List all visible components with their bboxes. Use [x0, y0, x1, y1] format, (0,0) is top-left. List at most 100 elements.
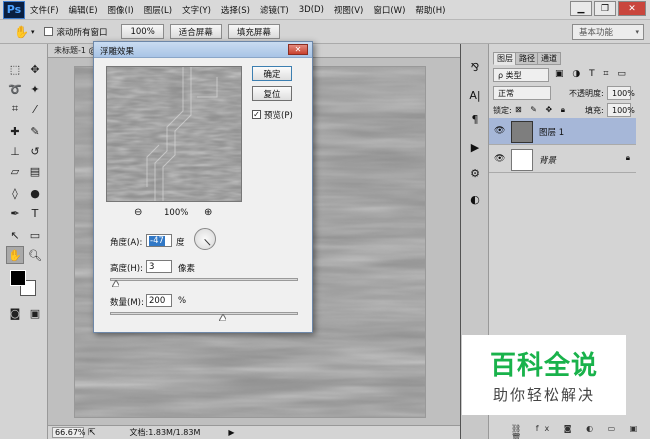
amount-slider[interactable]: [110, 312, 298, 315]
menu-file[interactable]: 文件(F): [25, 4, 64, 16]
menu-bar: Ps 文件(F) 编辑(E) 图像(I) 图层(L) 文字(Y) 选择(S) 滤…: [0, 0, 650, 20]
amount-unit: %: [178, 296, 187, 306]
ps-logo[interactable]: Ps: [3, 0, 25, 19]
healing-brush-tool-icon[interactable]: ✚: [6, 122, 24, 140]
eye-icon[interactable]: 👁︎: [494, 154, 506, 164]
amount-label: 数量(M):: [110, 298, 144, 308]
menu-image[interactable]: 图像(I): [103, 4, 139, 16]
eye-icon[interactable]: 👁︎: [494, 126, 506, 136]
move-tool-icon[interactable]: ✥: [26, 60, 44, 78]
tab-layers[interactable]: 图层: [493, 52, 517, 65]
menu-edit[interactable]: 编辑(E): [64, 4, 103, 16]
lock-icon: 🔒︎: [625, 153, 630, 162]
lasso-tool-icon[interactable]: ➰: [6, 80, 24, 98]
adjustments-panel-icon[interactable]: ◐: [465, 190, 485, 208]
layer-name[interactable]: 图层 1: [539, 126, 564, 138]
menu-3d[interactable]: 3D(D): [294, 5, 329, 15]
marquee-tool-icon[interactable]: ⬚: [6, 60, 24, 78]
angle-input[interactable]: -47: [146, 234, 172, 247]
opacity-value: 100%: [612, 88, 635, 98]
workspace-select[interactable]: 基本功能 ▾: [572, 24, 644, 40]
scroll-all-checkbox[interactable]: [44, 27, 54, 36]
zoom-level[interactable]: 66.67%: [52, 427, 86, 438]
ok-button[interactable]: 确定: [252, 66, 292, 81]
menu-type[interactable]: 文字(Y): [177, 4, 216, 16]
height-slider-thumb[interactable]: [111, 280, 119, 287]
blend-mode-select[interactable]: 正常: [493, 86, 551, 100]
layer-row[interactable]: 👁︎ 图层 1: [489, 118, 636, 145]
properties-panel-icon[interactable]: ⚙: [465, 164, 485, 182]
layer-footer-icons[interactable]: ⛓ fx ◙ ◐ ▭ ▣ 🗑︎: [511, 424, 643, 439]
layer-name[interactable]: 背景: [539, 154, 556, 166]
fill-value: 100%: [612, 105, 635, 115]
character-panel-icon[interactable]: A|: [465, 86, 485, 104]
screen-mode-icon[interactable]: ▣: [26, 304, 44, 322]
hand-tool-active-icon[interactable]: ✋: [6, 246, 24, 264]
layer-thumbnail: [511, 149, 533, 171]
brush-tool-icon[interactable]: ✎: [26, 122, 44, 140]
eyedropper-tool-icon[interactable]: ⁄: [26, 100, 44, 118]
lock-icons[interactable]: ⊠ ✎ ✥ 🔒︎: [515, 105, 568, 115]
status-arrow-icon[interactable]: ▶: [228, 428, 234, 437]
photoshop-window: Ps 文件(F) 编辑(E) 图像(I) 图层(L) 文字(Y) 选择(S) 滤…: [0, 0, 650, 439]
tools-panel: ⬚ ✥ ➰ ✦ ⌗ ⁄ ✚ ✎ ⊥ ↺ ▱ ▤ ◊ ● ✒ T ↖ ▭ ✋ 🔍︎…: [0, 44, 48, 439]
scroll-all-label: 滚动所有窗口: [56, 27, 108, 38]
zoom-out-icon[interactable]: ⊖: [134, 207, 142, 218]
close-button[interactable]: ✕: [618, 1, 646, 16]
preview-checkbox[interactable]: ✓: [252, 110, 261, 119]
share-icon[interactable]: ⇱: [88, 428, 96, 438]
amount-input[interactable]: 200: [146, 294, 172, 307]
tool-preset-dropdown-icon[interactable]: ▾: [31, 28, 35, 36]
kind-filter-label: ρ 类型: [498, 70, 522, 80]
amount-slider-thumb[interactable]: [218, 314, 226, 321]
filter-preview[interactable]: [106, 66, 242, 202]
opacity-field[interactable]: 100%: [607, 86, 635, 100]
magic-wand-tool-icon[interactable]: ✦: [26, 80, 44, 98]
angle-unit: 度: [176, 238, 185, 248]
zoom-100-button[interactable]: 100%: [121, 24, 164, 39]
menu-layer[interactable]: 图层(L): [139, 4, 177, 16]
angle-dial[interactable]: [194, 228, 216, 250]
paragraph-panel-icon[interactable]: ¶: [465, 110, 485, 128]
actions-panel-icon[interactable]: ▶: [465, 138, 485, 156]
quick-mask-icon[interactable]: ◙: [6, 304, 24, 322]
fill-screen-button[interactable]: 填充屏幕: [227, 24, 280, 39]
menu-filter[interactable]: 滤镜(T): [255, 4, 294, 16]
blur-tool-icon[interactable]: ◊: [6, 184, 24, 202]
minimize-button[interactable]: ▁: [570, 1, 592, 16]
fill-field[interactable]: 100%: [607, 103, 635, 117]
history-brush-tool-icon[interactable]: ↺: [26, 142, 44, 160]
clone-stamp-tool-icon[interactable]: ⊥: [6, 142, 24, 160]
dodge-tool-icon[interactable]: ●: [26, 184, 44, 202]
close-icon[interactable]: ✕: [288, 44, 308, 55]
dialog-titlebar[interactable]: 浮雕效果 ✕: [94, 42, 312, 58]
menu-help[interactable]: 帮助(H): [410, 4, 450, 16]
amount-value: 200: [149, 295, 166, 306]
reset-button[interactable]: 复位: [252, 86, 292, 101]
tab-paths[interactable]: 路径: [515, 52, 539, 65]
layer-kind-filter[interactable]: ρ 类型: [493, 68, 549, 82]
foreground-color-swatch[interactable]: [10, 270, 26, 286]
gradient-tool-icon[interactable]: ▤: [26, 162, 44, 180]
height-slider[interactable]: [110, 278, 298, 281]
restore-button[interactable]: ❐: [594, 1, 616, 16]
layer-row[interactable]: 👁︎ 背景 🔒︎: [489, 146, 636, 173]
fit-screen-button[interactable]: 适合屏幕: [169, 24, 222, 39]
zoom-in-icon[interactable]: ⊕: [204, 207, 212, 218]
menu-view[interactable]: 视图(V): [329, 4, 368, 16]
type-tool-icon[interactable]: T: [26, 204, 44, 222]
history-panel-icon[interactable]: ⅋: [465, 58, 485, 76]
crop-tool-icon[interactable]: ⌗: [6, 100, 24, 118]
doc-size-info: 文档:1.83M/1.83M: [129, 428, 201, 437]
hand-tool-icon[interactable]: ✋: [14, 25, 29, 39]
path-selection-tool-icon[interactable]: ↖: [6, 226, 24, 244]
shape-tool-icon[interactable]: ▭: [26, 226, 44, 244]
eraser-tool-icon[interactable]: ▱: [6, 162, 24, 180]
menu-window[interactable]: 窗口(W): [368, 4, 410, 16]
zoom-tool-icon[interactable]: 🔍︎: [26, 246, 44, 264]
filter-icons[interactable]: ▣ ◑ T ⌗ ▭: [555, 69, 629, 79]
menu-select[interactable]: 选择(S): [216, 4, 255, 16]
tab-channels[interactable]: 通道: [537, 52, 561, 65]
pen-tool-icon[interactable]: ✒: [6, 204, 24, 222]
height-input[interactable]: 3: [146, 260, 172, 273]
